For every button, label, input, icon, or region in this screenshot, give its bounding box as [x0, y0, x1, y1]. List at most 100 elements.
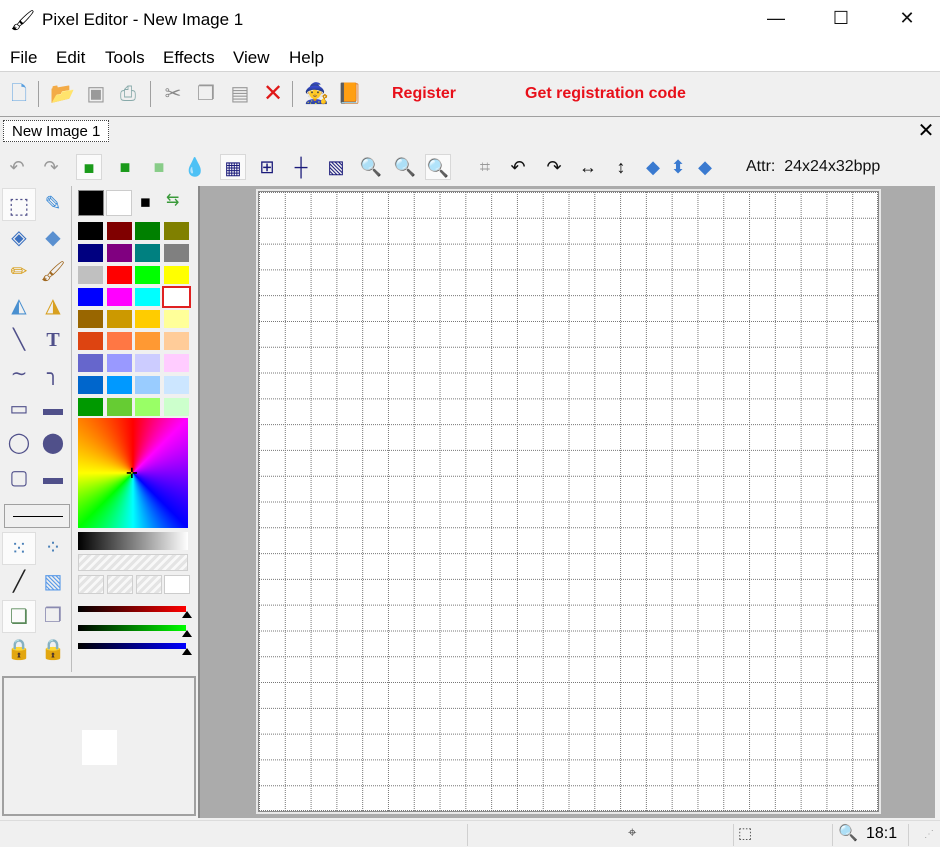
- secondary-color[interactable]: [106, 190, 132, 216]
- close-document-icon[interactable]: ✕: [916, 118, 936, 143]
- crop-icon[interactable]: ⌗: [472, 154, 498, 180]
- color-swatch[interactable]: [135, 398, 160, 416]
- color-swatch[interactable]: [163, 376, 189, 394]
- color-swatch[interactable]: [106, 288, 132, 306]
- save-icon[interactable]: ▣: [84, 82, 108, 106]
- redo-icon[interactable]: ↷: [38, 154, 64, 180]
- big-grid-icon[interactable]: ⊞: [254, 154, 280, 180]
- menu-edit[interactable]: Edit: [56, 48, 85, 68]
- brightness-slider[interactable]: [78, 532, 188, 550]
- color-swatch[interactable]: [106, 332, 132, 350]
- color-swatch[interactable]: [163, 266, 189, 284]
- layer-under-mode[interactable]: ❐: [36, 600, 70, 633]
- blue-slider-handle[interactable]: [182, 648, 192, 655]
- rounded-rectangle-tool[interactable]: ▢: [2, 462, 36, 495]
- minimize-button[interactable]: —: [753, 8, 799, 32]
- zoom-auto-icon[interactable]: 🔍: [425, 154, 451, 180]
- color-swatch[interactable]: [78, 288, 103, 306]
- color-swatch[interactable]: [78, 310, 103, 328]
- color-swatch[interactable]: [161, 286, 191, 308]
- line-width-selector[interactable]: [4, 504, 70, 528]
- color-swatch[interactable]: [163, 332, 189, 350]
- grid-icon[interactable]: ▦: [220, 154, 246, 180]
- text-tool[interactable]: T: [36, 324, 70, 357]
- green-slider[interactable]: [78, 625, 186, 631]
- menu-file[interactable]: File: [10, 48, 37, 68]
- menu-help[interactable]: Help: [289, 48, 324, 68]
- color-swatch[interactable]: [106, 310, 132, 328]
- menu-view[interactable]: View: [233, 48, 270, 68]
- color-swatch[interactable]: [78, 266, 103, 284]
- transparency-drop-icon[interactable]: 💧: [182, 154, 208, 180]
- filled-rectangle-tool[interactable]: ▬: [36, 393, 70, 426]
- lock-palette-icon[interactable]: 🔒: [36, 634, 70, 667]
- delete-icon[interactable]: ✕: [261, 82, 285, 106]
- blue-slider[interactable]: [78, 643, 186, 649]
- paint-bucket-tool[interactable]: ◮: [36, 290, 70, 323]
- eraser-tool[interactable]: ◆: [36, 222, 70, 255]
- select-transparent-icon[interactable]: ■: [146, 154, 172, 180]
- copy-icon[interactable]: ❐: [194, 82, 218, 106]
- alpha-swatch-4[interactable]: [164, 575, 190, 594]
- color-swatch[interactable]: [78, 222, 103, 240]
- primary-color[interactable]: [78, 190, 104, 216]
- color-swatch[interactable]: [78, 332, 103, 350]
- fill-tool[interactable]: ◈: [2, 222, 36, 255]
- color-swatch[interactable]: [78, 376, 103, 394]
- undo-icon[interactable]: ↶: [4, 154, 30, 180]
- resize-grip[interactable]: ⋰: [924, 829, 934, 840]
- color-swatch[interactable]: [135, 266, 160, 284]
- filled-rounded-rectangle-tool[interactable]: ▬: [36, 462, 70, 495]
- rectangle-select-tool[interactable]: ⬚: [2, 188, 36, 221]
- curve-tool[interactable]: ∼: [2, 358, 36, 391]
- wizard-icon[interactable]: 🧙: [304, 82, 329, 106]
- color-swatch[interactable]: [163, 310, 189, 328]
- color-swatch[interactable]: [135, 222, 160, 240]
- color-swatch[interactable]: [135, 354, 160, 372]
- brush-tool[interactable]: 🖌: [36, 256, 70, 289]
- tab-new-image-1[interactable]: New Image 1: [3, 120, 109, 142]
- color-swatch[interactable]: [78, 354, 103, 372]
- flip-vertical-icon[interactable]: ↕: [608, 154, 634, 180]
- paste-icon[interactable]: ▤: [228, 82, 252, 106]
- lock-alpha-icon[interactable]: 🔒: [2, 634, 36, 667]
- arc-tool[interactable]: ╮: [36, 358, 70, 391]
- menu-effects[interactable]: Effects: [163, 48, 215, 68]
- register-link[interactable]: Register: [392, 85, 456, 103]
- flip-horizontal-icon[interactable]: ↔: [575, 154, 601, 180]
- pencil-tool[interactable]: ✏: [2, 256, 36, 289]
- gradient-fill-tool[interactable]: ◭: [2, 290, 36, 323]
- color-swatch[interactable]: [135, 332, 160, 350]
- zoom-in-icon[interactable]: 🔍: [358, 154, 384, 180]
- alpha-swatch-2[interactable]: [107, 575, 133, 594]
- close-button[interactable]: ✕: [884, 8, 930, 32]
- rotate-left-icon[interactable]: ↶: [505, 154, 531, 180]
- color-swatch[interactable]: [106, 244, 132, 262]
- select-all-icon[interactable]: ■: [76, 154, 102, 180]
- solid-dots-mode[interactable]: ⁙: [2, 532, 36, 565]
- select-layer-icon[interactable]: ■: [112, 154, 138, 180]
- default-colors-icon[interactable]: ◼: [140, 194, 151, 210]
- alpha-swatch-1[interactable]: [78, 575, 104, 594]
- color-swatch[interactable]: [78, 244, 103, 262]
- color-swatch[interactable]: [106, 266, 132, 284]
- color-swatch[interactable]: [106, 398, 132, 416]
- maximize-button[interactable]: ☐: [818, 8, 864, 32]
- swap-colors-icon[interactable]: ⇆: [166, 190, 179, 210]
- new-file-icon[interactable]: 🗋: [7, 82, 31, 106]
- line-blend-mode[interactable]: ╱: [2, 566, 36, 599]
- alpha-slider[interactable]: [78, 554, 188, 571]
- alpha-swatch-3[interactable]: [136, 575, 162, 594]
- soft-blend-mode[interactable]: ▧: [36, 566, 70, 599]
- ellipse-tool[interactable]: ◯: [2, 427, 36, 460]
- shift-right-icon[interactable]: ◆: [692, 154, 718, 180]
- color-swatch[interactable]: [163, 398, 189, 416]
- cut-icon[interactable]: ✂: [161, 82, 185, 106]
- pixel-canvas[interactable]: [256, 189, 881, 814]
- color-swatch[interactable]: [163, 244, 189, 262]
- center-lines-icon[interactable]: ┼: [288, 154, 314, 180]
- menu-tools[interactable]: Tools: [105, 48, 145, 68]
- color-swatch[interactable]: [135, 244, 160, 262]
- color-picker-tool[interactable]: ✎: [36, 188, 70, 221]
- zoom-out-icon[interactable]: 🔍: [392, 154, 418, 180]
